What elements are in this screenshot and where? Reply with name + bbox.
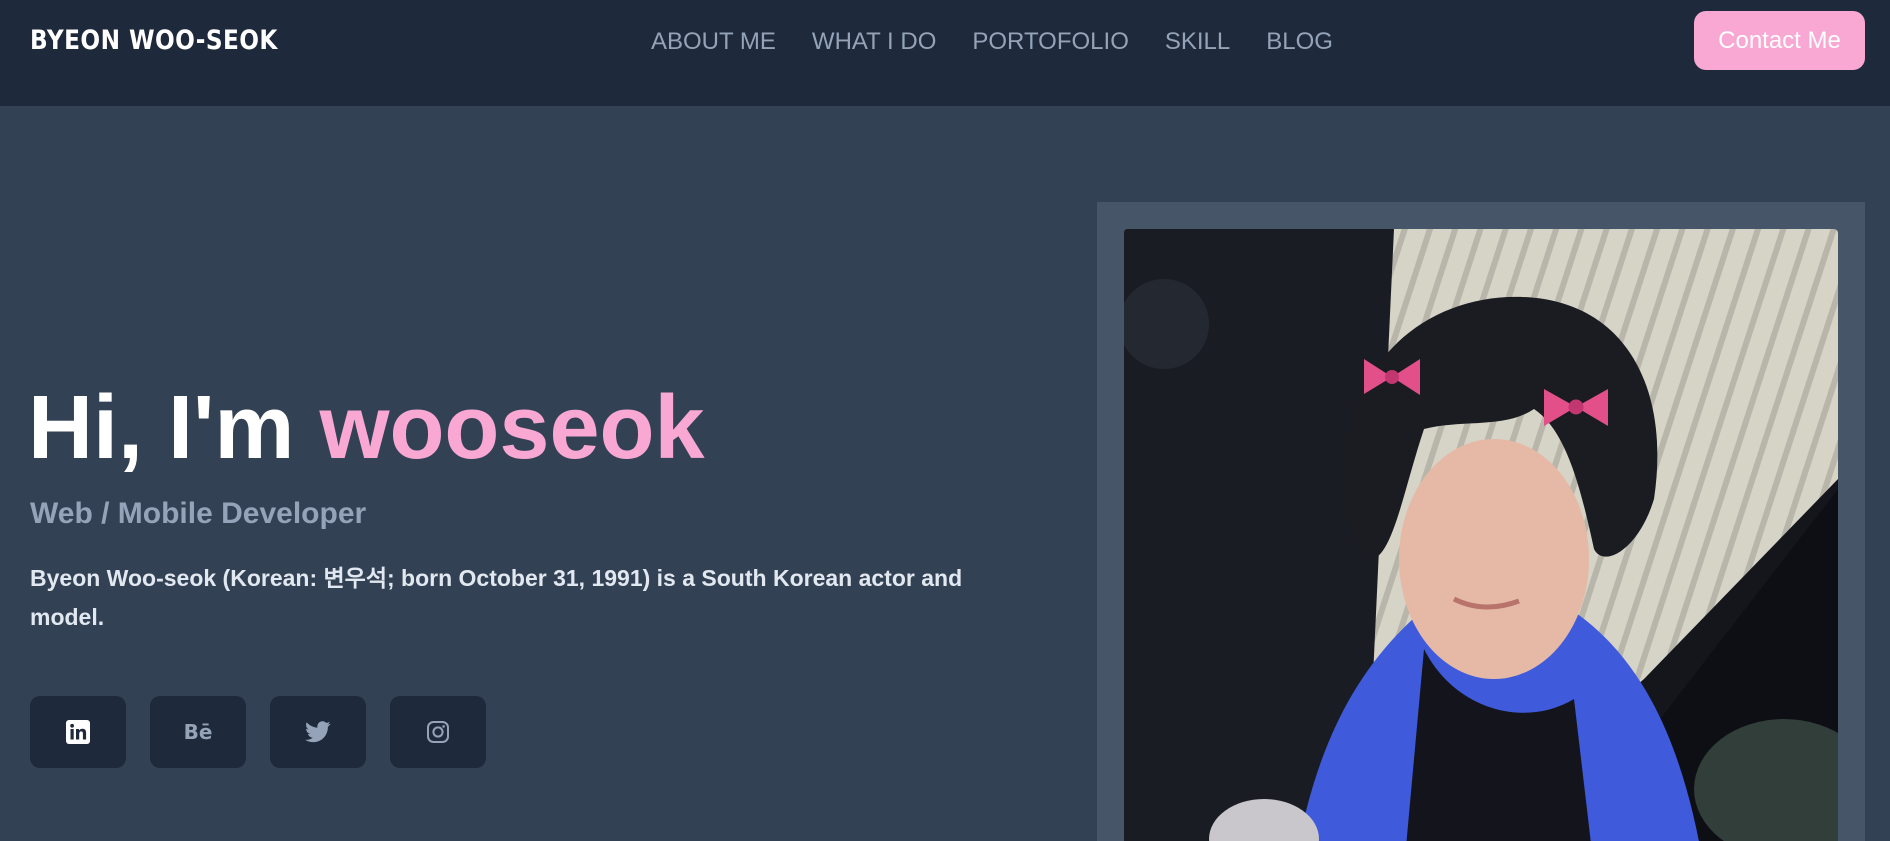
linkedin-icon [66,720,90,744]
nav-blog[interactable]: BLOG [1266,26,1333,58]
behance-icon: Bē [183,720,213,744]
instagram-icon [427,721,449,743]
nav-portofolio[interactable]: PORTOFOLIO [972,26,1128,58]
instagram-button[interactable] [390,696,486,768]
twitter-button[interactable] [270,696,366,768]
hero-greeting: Hi, I'm [28,378,320,478]
nav-what-i-do[interactable]: WHAT I DO [812,26,936,58]
profile-photo [1124,229,1838,841]
profile-photo-illustration [1124,229,1838,841]
contact-me-button[interactable]: Contact Me [1694,11,1865,70]
linkedin-button[interactable] [30,696,126,768]
twitter-icon [305,721,331,743]
nav-links: ABOUT ME WHAT I DO PORTOFOLIO SKILL BLOG [651,26,1333,58]
nav-about-me[interactable]: ABOUT ME [651,26,776,58]
nav-skill[interactable]: SKILL [1165,26,1230,58]
hero-title: Hi, I'm wooseok [28,378,705,478]
behance-button[interactable]: Bē [150,696,246,768]
hero-subtitle: Web / Mobile Developer [30,497,367,530]
brand-logo[interactable]: BYEON WOO-SEOK [30,25,278,57]
hero-bio: Byeon Woo-seok (Korean: 변우석; born Octobe… [30,565,963,630]
hero-name: wooseok [319,378,705,478]
social-links: Bē [30,696,486,768]
navbar: BYEON WOO-SEOK ABOUT ME WHAT I DO PORTOF… [0,0,1890,106]
